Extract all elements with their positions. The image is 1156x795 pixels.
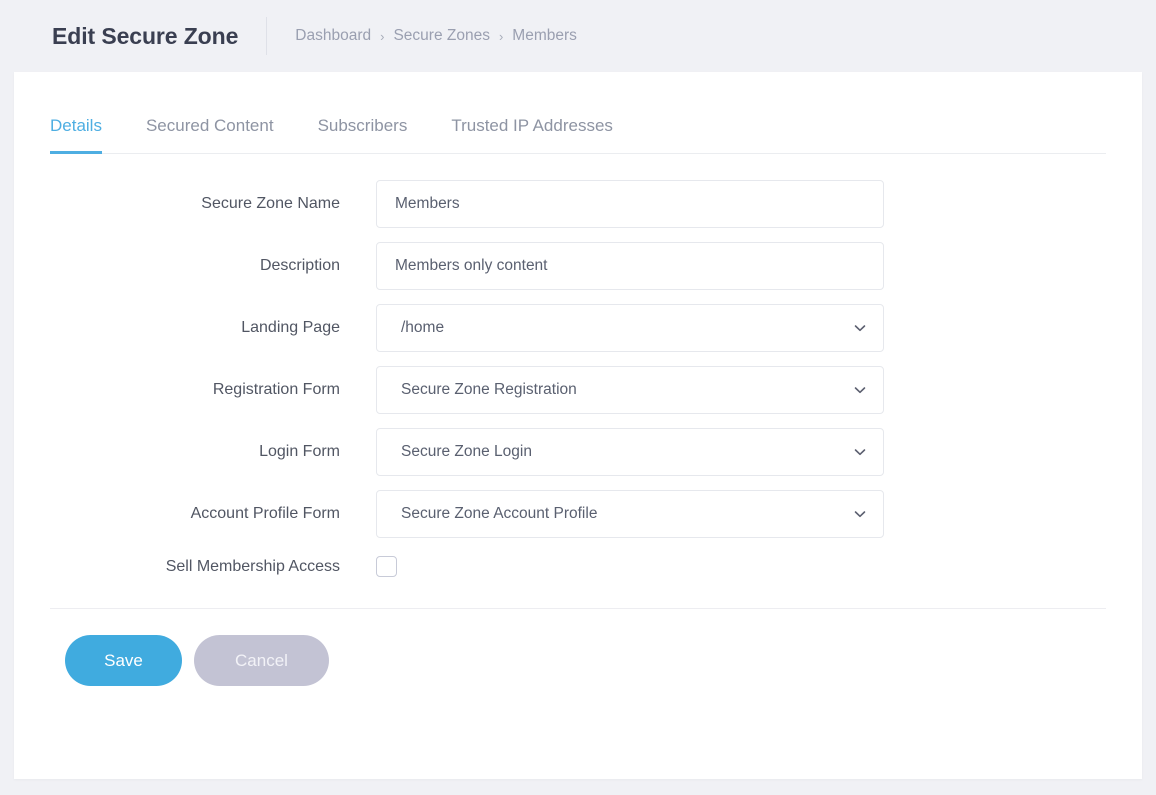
breadcrumb: Dashboard › Secure Zones › Members: [295, 27, 577, 45]
form-row-landing-page: Landing Page /home: [14, 304, 1142, 352]
secure-zone-name-field-wrap: [376, 180, 884, 228]
login-form-label: Login Form: [259, 443, 340, 460]
sell-membership-access-label: Sell Membership Access: [165, 557, 340, 575]
header-divider: [266, 17, 268, 55]
account-profile-form-label: Account Profile Form: [190, 505, 340, 522]
form-row-registration-form: Registration Form Secure Zone Registrati…: [14, 366, 1142, 414]
registration-form-select[interactable]: Secure Zone Registration: [376, 366, 884, 414]
form-row-description: Description: [14, 242, 1142, 290]
account-profile-form-field-wrap: Secure Zone Account Profile: [376, 490, 884, 538]
sell-membership-access-checkbox[interactable]: [376, 556, 397, 577]
breadcrumb-item-members[interactable]: Members: [512, 27, 577, 45]
login-form-select[interactable]: Secure Zone Login: [376, 428, 884, 476]
save-button[interactable]: Save: [65, 635, 182, 686]
registration-form-field-wrap: Secure Zone Registration: [376, 366, 884, 414]
login-form-field-wrap: Secure Zone Login: [376, 428, 884, 476]
secure-zone-name-label: Secure Zone Name: [201, 195, 340, 212]
description-label: Description: [259, 257, 340, 274]
tab-subscribers[interactable]: Subscribers: [318, 116, 408, 154]
description-input[interactable]: [376, 242, 884, 290]
landing-page-field-wrap: /home: [376, 304, 884, 352]
page-header: Edit Secure Zone Dashboard › Secure Zone…: [0, 0, 1156, 72]
landing-page-select[interactable]: /home: [376, 304, 884, 352]
breadcrumb-item-secure-zones[interactable]: Secure Zones: [393, 27, 490, 45]
tab-details[interactable]: Details: [50, 116, 102, 154]
breadcrumb-separator-icon: ›: [498, 28, 504, 44]
tab-secured-content[interactable]: Secured Content: [146, 116, 274, 154]
secure-zone-name-input[interactable]: [376, 180, 884, 228]
registration-form-label: Registration Form: [212, 381, 340, 398]
tab-trusted-ip-addresses[interactable]: Trusted IP Addresses: [451, 116, 613, 154]
description-field-wrap: [376, 242, 884, 290]
form-row-secure-zone-name: Secure Zone Name: [14, 180, 1142, 228]
sell-membership-access-field-wrap: [376, 556, 884, 577]
form-row-login-form: Login Form Secure Zone Login: [14, 428, 1142, 476]
page-title: Edit Secure Zone: [52, 22, 239, 49]
landing-page-label: Landing Page: [241, 319, 340, 336]
tab-bar: Details Secured Content Subscribers Trus…: [50, 72, 1106, 154]
breadcrumb-separator-icon: ›: [380, 28, 385, 44]
cancel-button[interactable]: Cancel: [194, 635, 329, 686]
form-actions: Save Cancel: [14, 609, 1142, 686]
details-form: Secure Zone Name Description Landing Pag…: [14, 154, 1142, 577]
account-profile-form-select[interactable]: Secure Zone Account Profile: [376, 490, 884, 538]
breadcrumb-item-dashboard[interactable]: Dashboard: [295, 27, 371, 45]
form-row-sell-membership-access: Sell Membership Access: [14, 556, 1142, 577]
edit-secure-zone-card: Details Secured Content Subscribers Trus…: [14, 72, 1142, 779]
form-row-account-profile-form: Account Profile Form Secure Zone Account…: [14, 490, 1142, 538]
